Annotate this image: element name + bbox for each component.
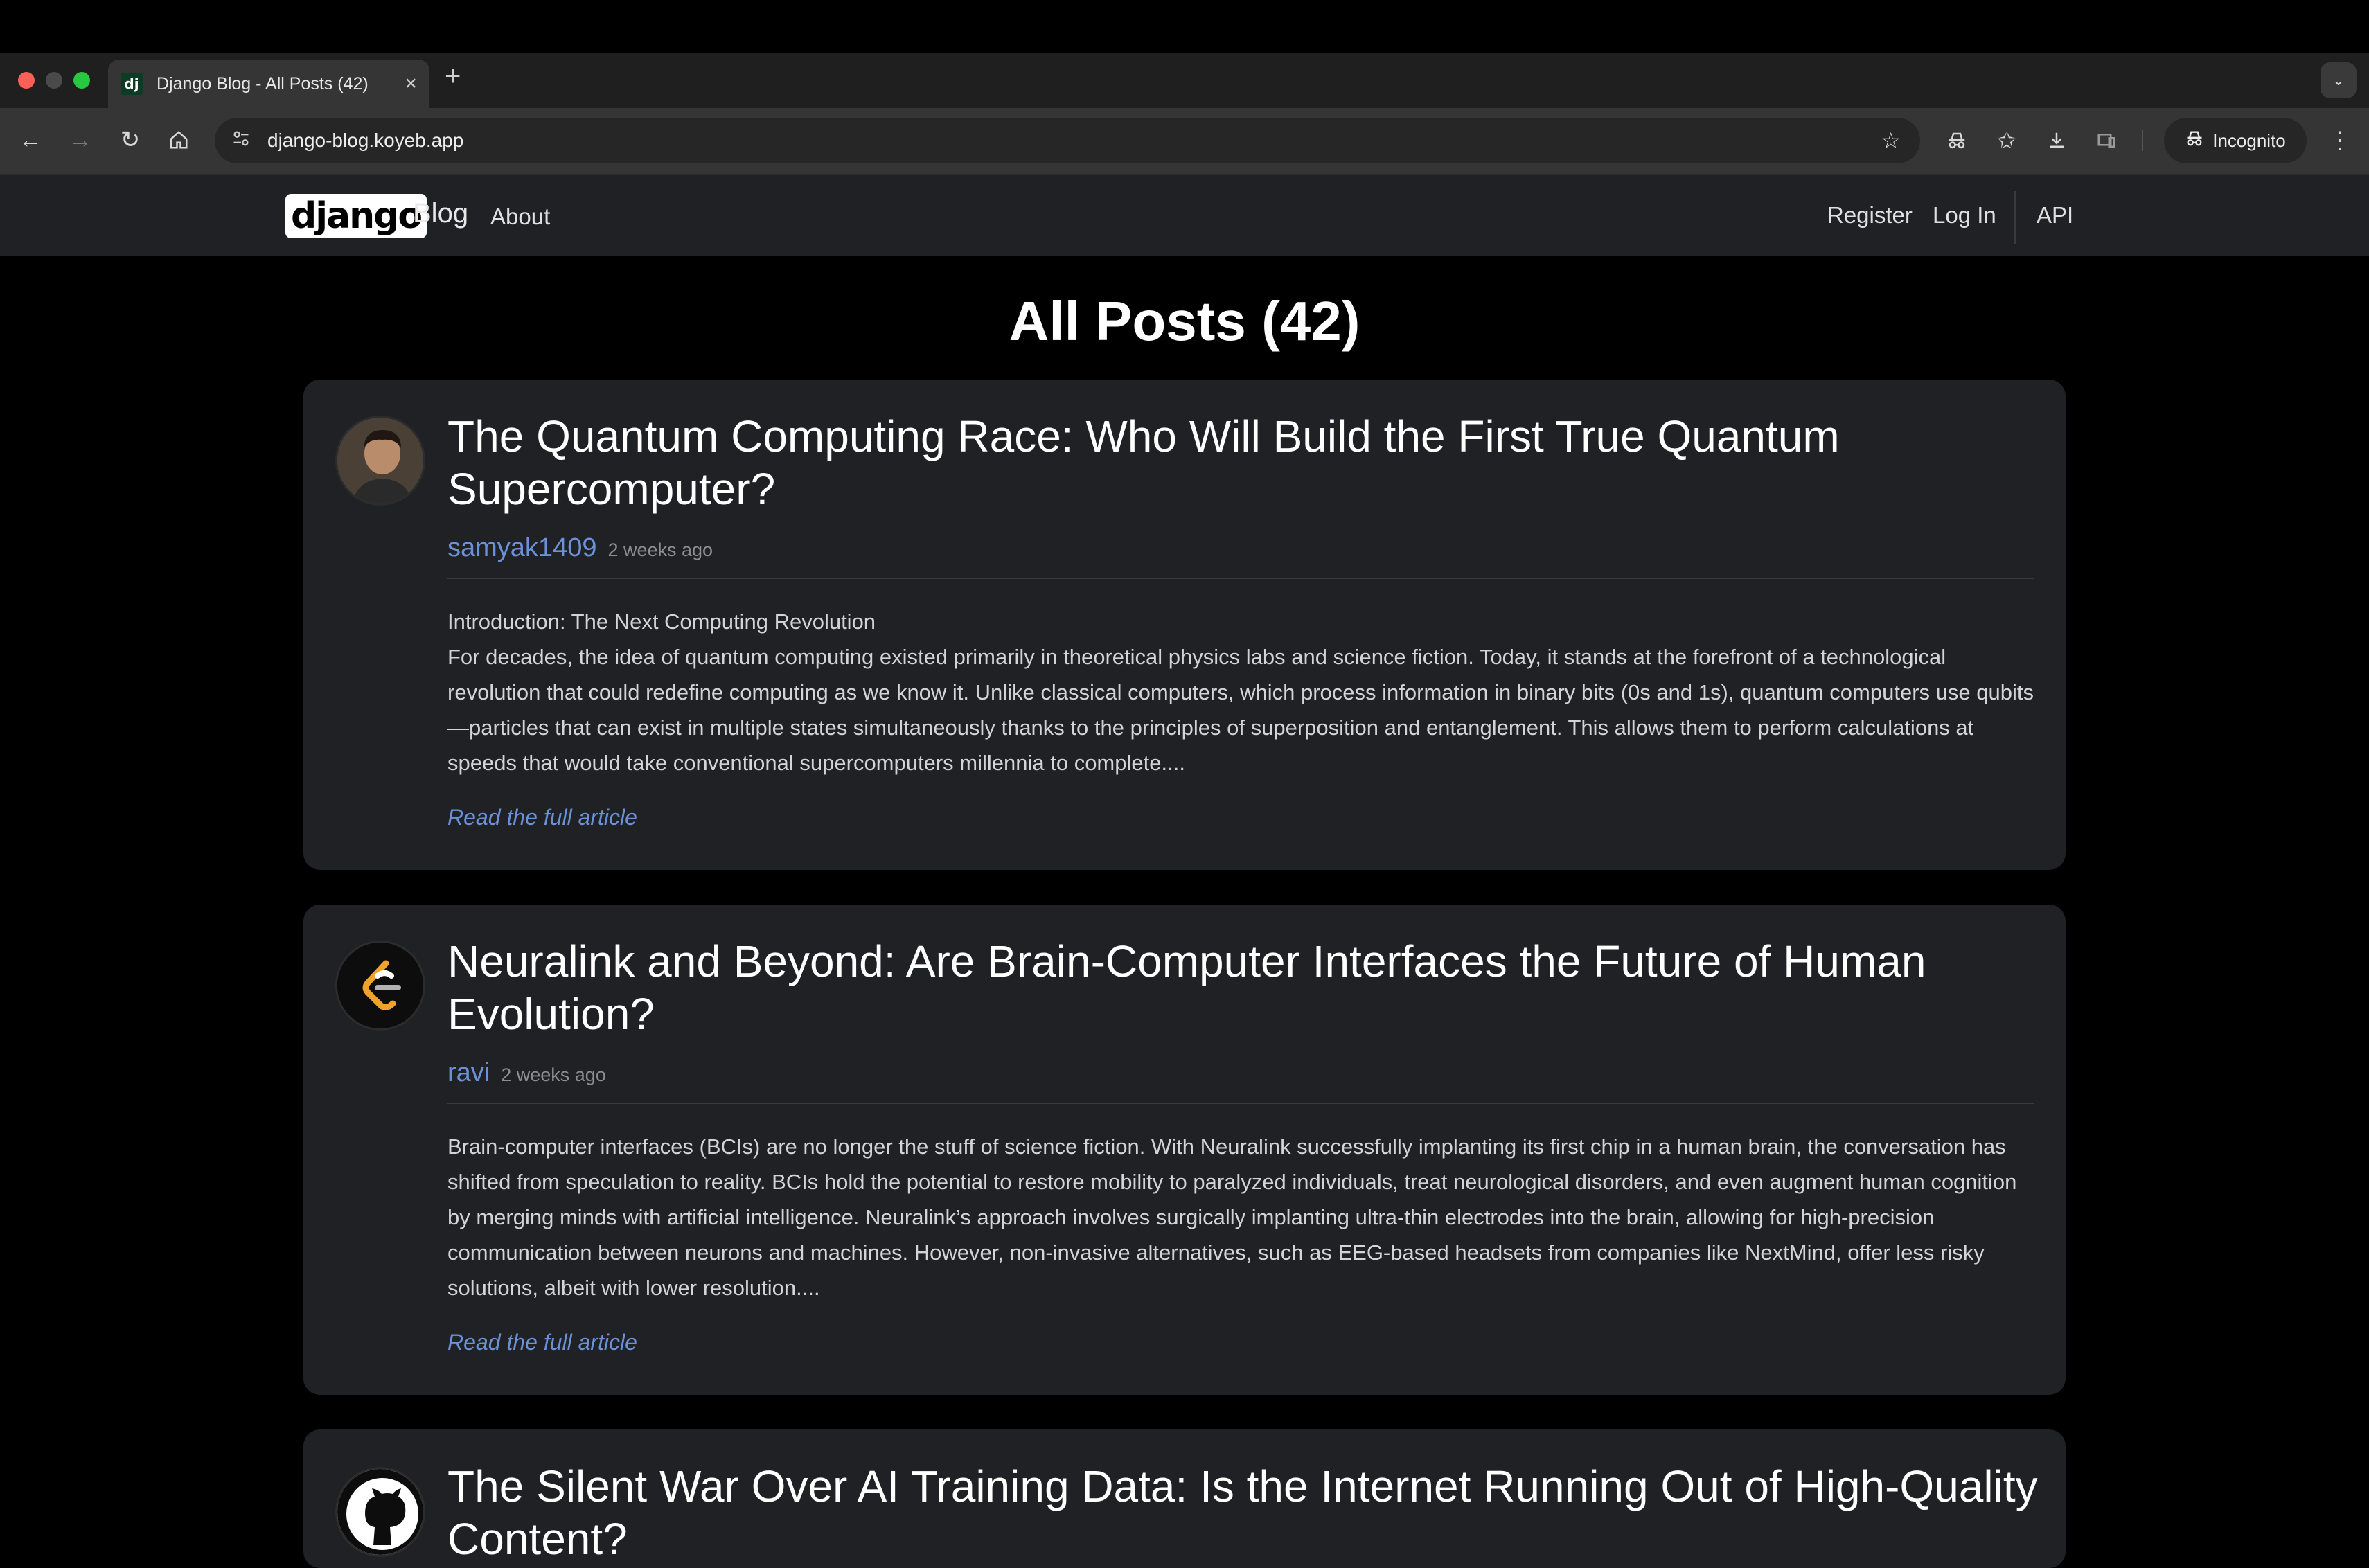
post-date: 2 weeks ago — [607, 540, 713, 560]
post-meta: ravi 2 weeks ago — [447, 1058, 606, 1088]
tab-title: Django Blog - All Posts (42) — [157, 73, 369, 93]
nav-divider — [2014, 191, 2016, 244]
incognito-extension-icon[interactable] — [1940, 123, 1974, 158]
new-tab-button[interactable]: + — [445, 62, 461, 90]
forward-arrow-icon[interactable]: → — [64, 123, 97, 157]
post-card: Neuralink and Beyond: Are Brain-Computer… — [303, 905, 2066, 1395]
back-arrow-icon[interactable]: ← — [14, 123, 47, 157]
brand-text[interactable]: Blog — [413, 198, 468, 229]
django-favicon-icon: dj — [121, 73, 143, 95]
incognito-icon — [2185, 129, 2204, 153]
close-tab-icon[interactable]: × — [405, 73, 417, 94]
nav-about-link[interactable]: About — [490, 204, 550, 230]
nav-register-link[interactable]: Register — [1827, 202, 1913, 229]
read-more-link[interactable]: Read the full article — [447, 1330, 637, 1355]
author-avatar[interactable] — [335, 416, 425, 506]
browser-tab-active[interactable]: dj Django Blog - All Posts (42) × — [108, 60, 429, 108]
toolbar-separator — [2142, 130, 2143, 151]
post-meta: samyak1409 2 weeks ago — [447, 533, 713, 563]
post-card: The Silent War Over AI Training Data: Is… — [303, 1429, 2066, 1568]
read-more-link[interactable]: Read the full article — [447, 805, 637, 830]
author-avatar[interactable] — [335, 941, 425, 1031]
window-top-strip — [0, 0, 2369, 53]
post-card: The Quantum Computing Race: Who Will Bui… — [303, 380, 2066, 870]
bookmark-star-icon[interactable]: ☆ — [1881, 127, 1901, 154]
url-text[interactable]: django-blog.koyeb.app — [267, 130, 463, 152]
post-date: 2 weeks ago — [501, 1064, 606, 1085]
github-avatar-icon[interactable] — [335, 1467, 425, 1557]
meta-divider — [447, 1103, 2034, 1104]
post-title-link[interactable]: The Quantum Computing Race: Who Will Bui… — [447, 410, 2041, 515]
cast-device-icon[interactable] — [2089, 123, 2124, 158]
browser-menu-kebab-icon[interactable]: ⋮ — [2323, 123, 2357, 158]
incognito-profile-button[interactable]: Incognito — [2164, 118, 2307, 163]
nav-login-link[interactable]: Log In — [1933, 202, 1996, 229]
bookmarks-star-icon[interactable]: ✩ — [1989, 123, 2024, 158]
reload-icon[interactable]: ↻ — [114, 123, 147, 157]
address-bar[interactable]: django-blog.koyeb.app ☆ — [215, 118, 1920, 163]
tab-search-chevron-icon[interactable]: ⌄ — [2321, 62, 2357, 98]
site-info-tune-icon[interactable] — [231, 129, 259, 153]
post-title-link[interactable]: Neuralink and Beyond: Are Brain-Computer… — [447, 935, 2041, 1040]
post-author-link[interactable]: ravi — [447, 1058, 490, 1088]
maximize-window-button[interactable] — [73, 72, 90, 89]
incognito-label: Incognito — [2212, 130, 2286, 151]
minimize-window-button[interactable] — [46, 72, 62, 89]
nav-api-link[interactable]: API — [2037, 202, 2073, 229]
post-title-link[interactable]: The Silent War Over AI Training Data: Is… — [447, 1460, 2041, 1565]
post-author-link[interactable]: samyak1409 — [447, 533, 596, 563]
post-excerpt: Introduction: The Next Computing Revolut… — [447, 609, 2034, 775]
page-title: All Posts (42) — [1009, 290, 1360, 352]
django-logo[interactable]: django — [285, 194, 427, 238]
home-icon[interactable] — [162, 123, 195, 157]
close-window-button[interactable] — [18, 72, 35, 89]
post-excerpt: Brain-computer interfaces (BCIs) are no … — [447, 1134, 2017, 1300]
meta-divider — [447, 578, 2034, 579]
download-icon[interactable] — [2039, 123, 2074, 158]
